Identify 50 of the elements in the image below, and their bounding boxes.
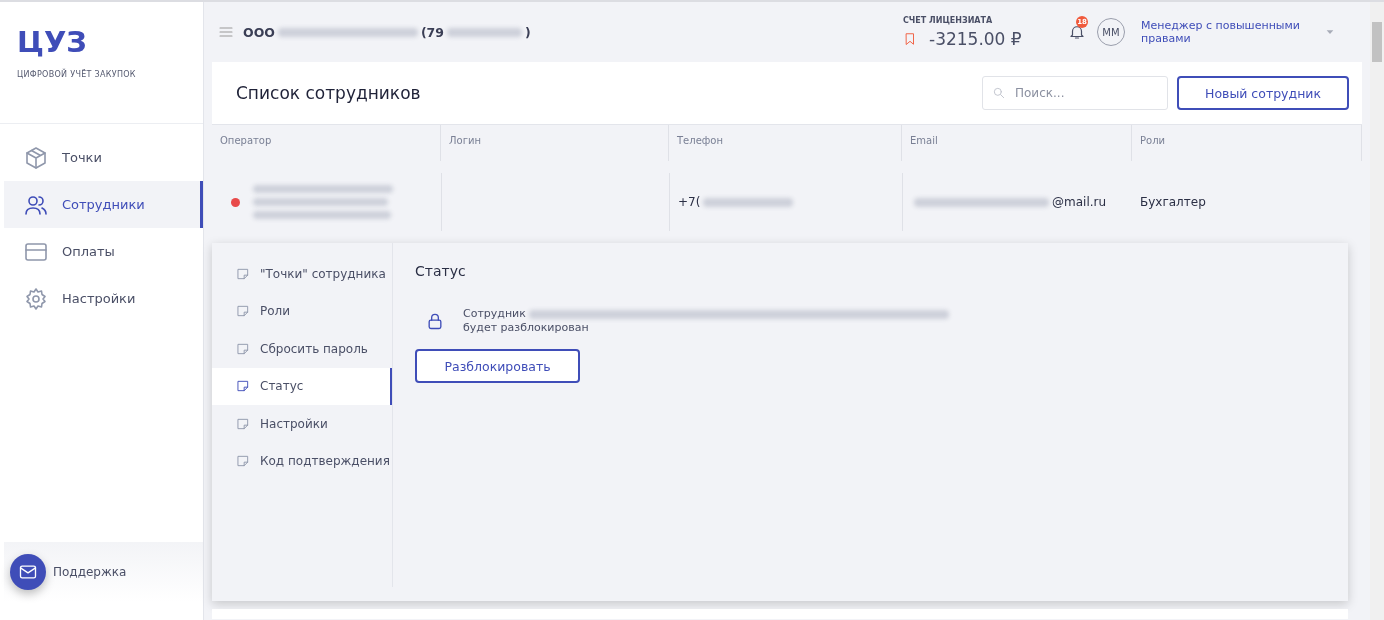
box-icon xyxy=(24,145,48,170)
column-header: Email xyxy=(902,125,1132,161)
caret-icon xyxy=(1325,27,1335,37)
org-name: ООО xyxy=(243,24,275,40)
detail-menu-item[interactable]: "Точки" сотрудника xyxy=(212,255,392,293)
note-icon xyxy=(236,304,250,319)
user-menu[interactable]: Менеджер с повышенными правами xyxy=(1141,19,1321,45)
detail-menu-item[interactable]: Сбросить пароль xyxy=(212,330,392,368)
new-employee-button[interactable]: Новый сотрудник xyxy=(1177,76,1349,110)
sidebar-item[interactable]: Точки xyxy=(4,134,203,181)
notification-bell-icon xyxy=(1068,23,1086,41)
note-icon xyxy=(236,341,250,356)
scrollbar[interactable] xyxy=(1370,2,1384,620)
scrollbar-thumb[interactable] xyxy=(1372,22,1382,62)
gear-icon xyxy=(24,286,48,311)
sidebar-item[interactable]: Настройки xyxy=(4,275,203,322)
sidebar-item[interactable]: Сотрудники xyxy=(4,181,203,228)
mail-button[interactable] xyxy=(10,554,46,590)
support-link[interactable]: Поддержка xyxy=(53,565,127,579)
org-phone: (79 xyxy=(420,24,444,40)
table-cell: +7( xyxy=(678,195,701,209)
unblock-button[interactable]: Разблокировать xyxy=(415,349,580,383)
detail-menu-item[interactable]: Роли xyxy=(212,292,392,330)
note-icon xyxy=(236,379,250,394)
column-header: Роли xyxy=(1132,125,1362,161)
detail-menu-item[interactable]: Настройки xyxy=(212,405,392,443)
logo: ЦУЗ xyxy=(17,24,87,60)
sidebar-item[interactable]: Оплаты xyxy=(4,228,203,275)
column-header: Телефон xyxy=(669,125,902,161)
page-title: Список сотрудников xyxy=(236,83,422,103)
detail-menu-item[interactable]: Статус xyxy=(212,367,392,405)
note-icon xyxy=(236,454,250,469)
column-header: Логин xyxy=(441,125,669,161)
message-text: будет разблокирован xyxy=(463,321,590,335)
bookmark-icon xyxy=(903,31,917,46)
account-label: СЧЕТ ЛИЦЕНЗИАТА xyxy=(903,15,994,25)
menu-icon xyxy=(218,24,234,40)
org-phone: ) xyxy=(525,24,531,40)
detail-menu-item[interactable]: Код подтверждения xyxy=(212,442,392,480)
search-field[interactable]: Поиск... xyxy=(982,76,1168,110)
note-icon xyxy=(236,416,250,431)
table-cell: @mail.ru xyxy=(1052,195,1107,209)
search-icon xyxy=(992,86,1006,100)
note-icon xyxy=(236,266,250,281)
account-balance: -3215.00 ₽ xyxy=(929,28,1022,49)
column-header: Оператор xyxy=(212,125,441,161)
section-title: Статус xyxy=(415,263,467,279)
logo-subtitle: ЦИФРОВОЙ УЧЁТ ЗАКУПОК xyxy=(17,70,137,79)
table-cell: Бухгалтер xyxy=(1140,195,1206,209)
message-text: Сотрудник xyxy=(463,307,526,321)
